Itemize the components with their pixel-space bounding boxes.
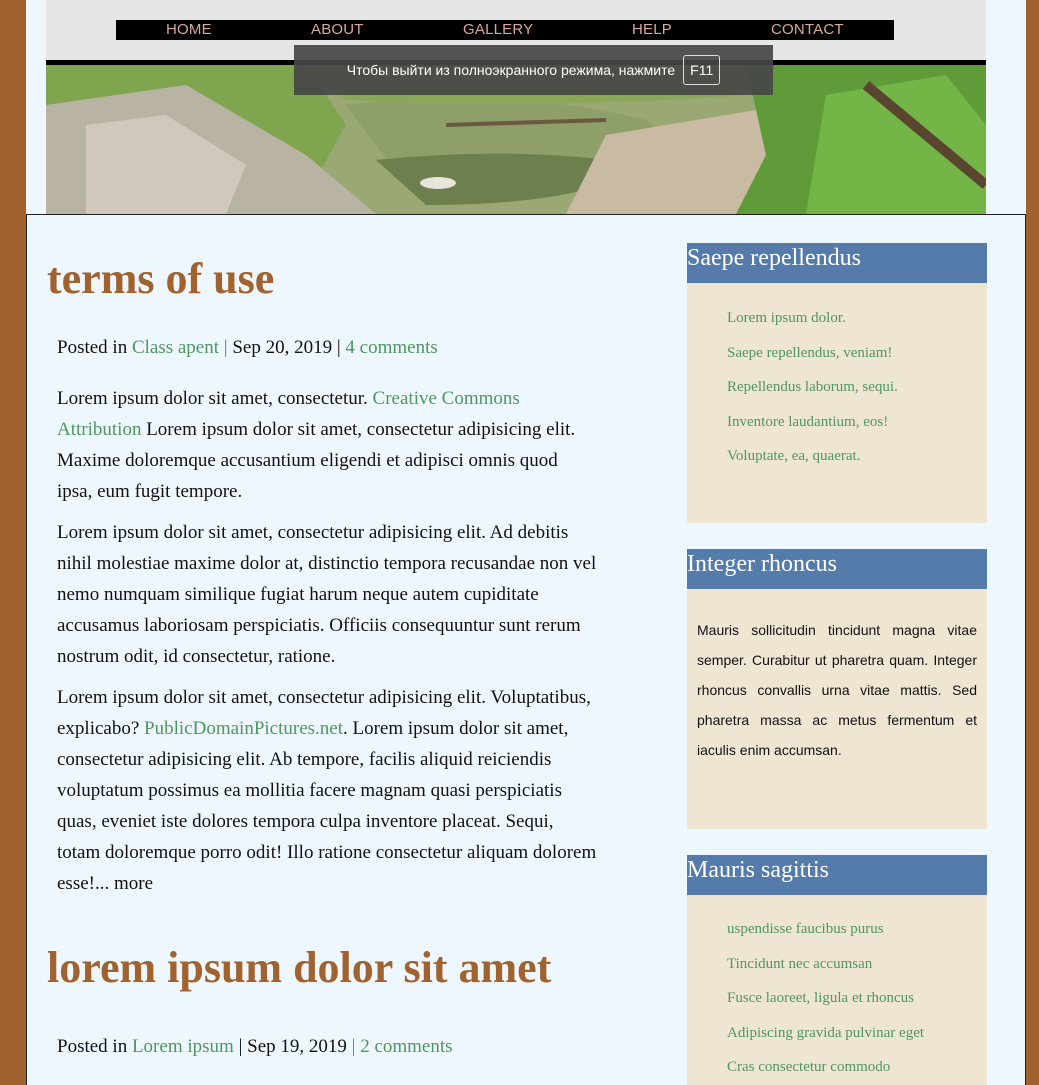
post-title[interactable]: terms of use (47, 257, 274, 301)
nav-contact[interactable]: CONTACT (771, 20, 844, 40)
nav-about[interactable]: ABOUT (311, 20, 364, 40)
nav-gallery[interactable]: GALLERY (463, 20, 533, 40)
sidebar-link[interactable]: Inventore laudantium, eos! (727, 414, 888, 431)
comments-link[interactable]: 4 comments (345, 337, 437, 358)
comments-link[interactable]: 2 comments (360, 1036, 452, 1057)
post-title[interactable]: lorem ipsum dolor sit amet (47, 946, 551, 990)
meta-separator: | (238, 1036, 243, 1057)
content-area: terms of use Posted in Class apent | Sep… (26, 214, 1026, 1085)
post-date: Sep 19, 2019 (247, 1036, 347, 1057)
sidebar-link[interactable]: Tincidunt nec accumsan (727, 956, 872, 973)
category-link[interactable]: Lorem ipsum (132, 1036, 234, 1057)
sidebar-widget-title: Integer rhoncus (687, 549, 987, 589)
sidebar-widget-body: Mauris sollicitudin tincidunt magna vita… (687, 589, 987, 829)
sidebar-text: Mauris sollicitudin tincidunt magna vita… (697, 622, 977, 758)
sidebar-widget-body: uspendisse faucibus purus Tincidunt nec … (687, 895, 987, 1085)
sidebar-link[interactable]: Repellendus laborum, sequi. (727, 379, 898, 396)
sidebar-link[interactable]: Lorem ipsum dolor. (727, 310, 846, 327)
sidebar-widget-title: Mauris sagittis (687, 855, 987, 895)
sidebar-widget-title: Saepe repellendus (687, 243, 987, 283)
sidebar-widget-body: Lorem ipsum dolor. Saepe repellendus, ve… (687, 283, 987, 523)
post-paragraph: Lorem ipsum dolor sit amet, consectetur.… (57, 383, 597, 507)
fullscreen-exit-notice: Чтобы выйти из полноэкранного режима, на… (294, 45, 773, 95)
sidebar-link[interactable]: Adipiscing gravida pulvinar eget (727, 1025, 924, 1042)
paragraph-text: . Lorem ipsum dolor sit amet, consectetu… (57, 718, 597, 894)
sidebar-link[interactable]: Voluptate, ea, quaerat. (727, 448, 860, 465)
post-meta: Posted in Lorem ipsum | Sep 19, 2019 | 2… (57, 1036, 453, 1058)
posted-in-label: Posted in (57, 1036, 128, 1057)
sidebar-link[interactable]: Saepe repellendus, veniam! (727, 345, 892, 362)
nav-help[interactable]: HELP (632, 20, 672, 40)
category-link[interactable]: Class apent (132, 337, 219, 358)
post-paragraph: Lorem ipsum dolor sit amet, consectetur … (57, 522, 597, 667)
sidebar-link[interactable]: Cras consectetur commodo (727, 1059, 890, 1076)
fullscreen-notice-text: Чтобы выйти из полноэкранного режима, на… (346, 62, 676, 78)
post-meta: Posted in Class apent | Sep 20, 2019 | 4… (57, 337, 438, 359)
post-date: Sep 20, 2019 (232, 337, 333, 358)
sidebar-link[interactable]: Fusce laoreet, ligula et rhoncus (727, 990, 914, 1007)
meta-separator: | (351, 1036, 356, 1057)
f11-key-badge: F11 (683, 55, 721, 85)
posted-in-label: Posted in (57, 337, 128, 358)
page-wrapper: HOME ABOUT GALLERY HELP CONTACT terms of… (26, 0, 1026, 1085)
meta-separator: | (223, 337, 228, 358)
paragraph-text: Lorem ipsum dolor sit amet, consectetur. (57, 388, 368, 409)
nav-home[interactable]: HOME (166, 20, 212, 40)
post-paragraph: Lorem ipsum dolor sit amet, consectetur … (57, 682, 597, 899)
public-domain-pictures-link[interactable]: PublicDomainPictures.net (144, 718, 343, 739)
sidebar-link[interactable]: uspendisse faucibus purus (727, 921, 884, 938)
meta-separator: | (336, 337, 341, 358)
main-nav: HOME ABOUT GALLERY HELP CONTACT (116, 20, 894, 40)
